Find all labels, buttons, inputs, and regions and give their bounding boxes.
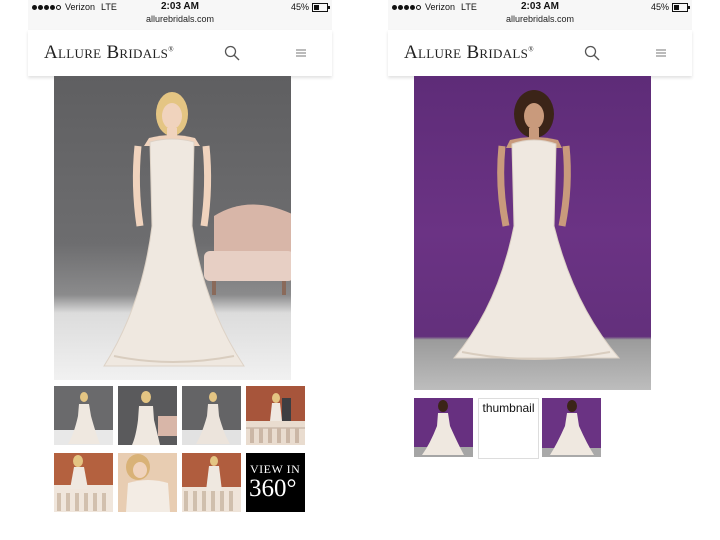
battery-percent: 45% xyxy=(290,2,309,12)
address-bar-url[interactable]: allurebridals.com xyxy=(388,14,692,24)
bride-figure xyxy=(452,90,621,360)
thumbnail-3[interactable] xyxy=(542,398,601,457)
thumbnail-alt-text: thumbnail xyxy=(482,401,535,415)
phone-screen-left: Verizon LTE 2:03 AM 45% allurebridals.co… xyxy=(28,0,332,540)
main-product-image[interactable] xyxy=(414,76,651,390)
status-bar: Verizon LTE 2:03 AM 45% allurebridals.co… xyxy=(28,0,332,30)
360-degree-label: 360° xyxy=(249,475,297,502)
site-header: Allure Bridals® xyxy=(388,30,692,76)
thumbnail-2[interactable] xyxy=(118,386,177,445)
thumbnail-7[interactable] xyxy=(182,453,241,512)
thumbnail-1[interactable] xyxy=(414,398,473,457)
status-bar: Verizon LTE 2:03 AM 45% allurebridals.co… xyxy=(388,0,692,30)
thumbnail-1[interactable] xyxy=(54,386,113,445)
site-header: Allure Bridals® xyxy=(28,30,332,76)
status-time: 2:03 AM xyxy=(521,1,559,12)
thumbnail-5[interactable] xyxy=(54,453,113,512)
hamburger-menu-icon[interactable] xyxy=(294,45,308,61)
brand-logo[interactable]: Allure Bridals® xyxy=(44,42,174,64)
hamburger-menu-icon[interactable] xyxy=(654,45,668,61)
battery-icon xyxy=(672,2,690,12)
thumbnail-4[interactable] xyxy=(246,386,305,445)
battery-icon xyxy=(312,2,330,12)
battery-percent: 45% xyxy=(650,2,669,12)
search-icon[interactable] xyxy=(584,45,600,61)
main-product-image[interactable] xyxy=(54,76,291,380)
status-time: 2:03 AM xyxy=(161,1,199,12)
thumbnail-placeholder[interactable]: thumbnail xyxy=(478,398,539,459)
thumbnail-6[interactable] xyxy=(118,453,177,512)
search-icon[interactable] xyxy=(224,45,240,61)
phone-screen-right: Verizon LTE 2:03 AM 45% allurebridals.co… xyxy=(388,0,692,540)
brand-logo[interactable]: Allure Bridals® xyxy=(404,42,534,64)
address-bar-url[interactable]: allurebridals.com xyxy=(28,14,332,24)
view-in-360-button[interactable]: VIEW IN 360° xyxy=(246,453,305,512)
thumbnail-3[interactable] xyxy=(182,386,241,445)
bride-figure xyxy=(103,92,245,367)
